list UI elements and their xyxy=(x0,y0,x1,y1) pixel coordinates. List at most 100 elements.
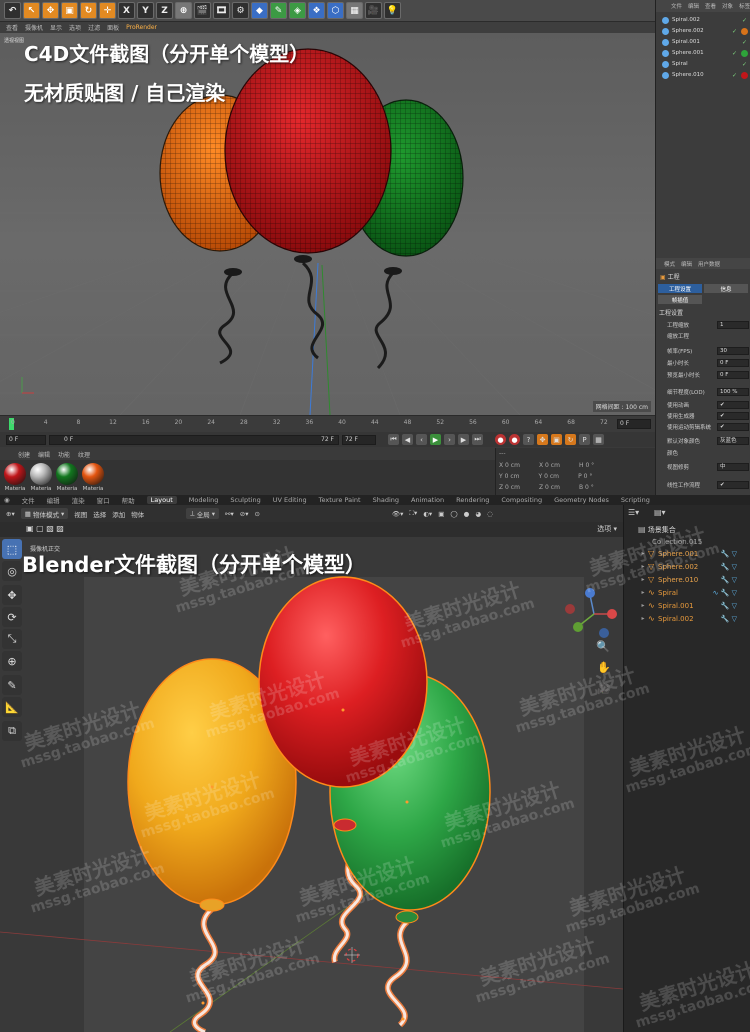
attribute-row[interactable]: 默认对象颜色 灰蓝色 xyxy=(656,436,750,445)
coordinate-system-icon[interactable]: ⊕ xyxy=(175,2,192,19)
cube-icon[interactable]: ◆ xyxy=(251,2,268,19)
attr-menu-userdata[interactable]: 用户数据 xyxy=(698,260,720,268)
material-menu-function[interactable]: 功能 xyxy=(58,450,70,459)
prev-key-icon[interactable]: ◀ xyxy=(402,434,413,445)
play-icon[interactable]: ▶ xyxy=(430,434,441,445)
material-swatch[interactable]: Materia xyxy=(55,463,79,492)
zoom-icon[interactable]: 🔍 xyxy=(596,640,610,653)
tab-layout[interactable]: Layout xyxy=(146,496,177,504)
obj-menu-file[interactable]: 文件 xyxy=(671,2,682,10)
material-menu-edit[interactable]: 编辑 xyxy=(38,450,50,459)
viewport-menu-panel[interactable]: 面板 xyxy=(107,23,119,32)
keyframe-selection-icon[interactable]: ? xyxy=(523,434,534,445)
gizmo-icon[interactable]: ⛶▾ xyxy=(409,509,417,518)
header-menu-object[interactable]: 物体 xyxy=(131,509,144,519)
modifier-icons[interactable]: 🔧 ▽ xyxy=(721,615,737,623)
xray-icon[interactable]: ▣ xyxy=(438,510,444,518)
attribute-value[interactable]: ✔ xyxy=(717,400,749,409)
attribute-value[interactable]: 1 xyxy=(717,320,749,329)
blender-logo-icon[interactable]: ◉ xyxy=(4,496,10,504)
obj-menu-tag[interactable]: 标签 xyxy=(739,2,750,10)
select-tool-icon[interactable]: ↖ xyxy=(23,2,40,19)
deformer-icon[interactable]: ⬡ xyxy=(327,2,344,19)
tab-compositing[interactable]: Compositing xyxy=(501,496,542,504)
transform-orientation-dropdown[interactable]: ⟂ 全局 ▾ xyxy=(186,508,220,519)
material-swatch[interactable]: Materia xyxy=(29,463,53,492)
attribute-row[interactable]: 使用运动剪辑系统 ✔ xyxy=(656,422,750,431)
auto-key-icon[interactable]: ● xyxy=(509,434,520,445)
attribute-row[interactable]: 帧率(FPS) 30 xyxy=(656,346,750,355)
outliner-item[interactable]: ▸ ∿ Spiral.001 🔧 ▽ xyxy=(624,599,750,612)
menu-help[interactable]: 帮助 xyxy=(122,495,135,505)
goto-start-icon[interactable]: ⏮ xyxy=(388,434,399,445)
display-mode-icon[interactable]: ▤▾ xyxy=(654,508,666,517)
header-menu-select[interactable]: 选择 xyxy=(93,509,106,519)
visible-check-icon[interactable]: ✓ xyxy=(742,61,747,68)
coords-row-z[interactable]: Z 0 cm Z 0 cm B 0 ° xyxy=(499,484,594,491)
y-axis-button[interactable]: Y xyxy=(137,2,154,19)
key-param-icon[interactable]: P xyxy=(579,434,590,445)
scale-tool-icon[interactable]: ▣ xyxy=(61,2,78,19)
rotate-icon[interactable]: ⟳ xyxy=(2,607,22,627)
tab-animation[interactable]: Animation xyxy=(411,496,444,504)
editor-type-icon[interactable]: ⊕▾ xyxy=(6,510,15,518)
tab-uv-editing[interactable]: UV Editing xyxy=(273,496,307,504)
tab-project-settings[interactable]: 工程设置 xyxy=(658,284,702,293)
current-frame-field[interactable]: 0 F xyxy=(617,419,651,429)
x-axis-button[interactable]: X xyxy=(118,2,135,19)
attribute-row[interactable]: 颜色 xyxy=(656,448,750,457)
attr-menu-edit[interactable]: 编辑 xyxy=(681,260,692,268)
visible-check-icon[interactable]: ✓ xyxy=(742,39,747,46)
shading-material-icon[interactable]: ◕ xyxy=(475,510,481,518)
attribute-value[interactable]: 0 F xyxy=(717,370,749,379)
floor-icon[interactable]: ▦ xyxy=(346,2,363,19)
tab-info[interactable]: 信息 xyxy=(704,284,748,293)
attribute-row[interactable]: 使用动画 ✔ xyxy=(656,400,750,409)
z-axis-button[interactable]: Z xyxy=(156,2,173,19)
pivot-icon[interactable]: ⚯▾ xyxy=(225,510,234,518)
obj-menu-edit[interactable]: 编辑 xyxy=(688,2,699,10)
object-row[interactable]: Sphere.002 ✓ xyxy=(656,26,750,36)
options-dropdown[interactable]: 选项 ▾ xyxy=(597,524,617,534)
viewport-menu-prorender[interactable]: ProRender xyxy=(126,24,157,31)
attribute-value[interactable]: ✔ xyxy=(717,480,749,489)
rotate-tool-icon[interactable]: ↻ xyxy=(80,2,97,19)
object-row[interactable]: Spiral.001 ✓ xyxy=(656,37,750,47)
render-picture-icon[interactable]: 🎞 xyxy=(213,2,230,19)
modifier-icons[interactable]: 🔧 ▽ xyxy=(721,602,737,610)
menu-edit[interactable]: 编辑 xyxy=(47,495,60,505)
shading-solid-icon[interactable]: ● xyxy=(464,510,470,518)
transform-tool-icon[interactable]: ✛ xyxy=(99,2,116,19)
obj-menu-object[interactable]: 对象 xyxy=(722,2,733,10)
timeline-ruler[interactable]: 0 4 8 12 16 20 24 28 32 36 40 44 48 52 56 60 64 68 72 0 F xyxy=(0,415,655,432)
attr-menu-mode[interactable]: 模式 xyxy=(664,260,675,268)
measure-icon[interactable]: 📐 xyxy=(2,697,22,717)
attribute-row[interactable]: 线性工作流程 ✔ xyxy=(656,480,750,489)
tab-frame-interpolation[interactable]: 帧插值 xyxy=(658,295,702,304)
c4d-viewport[interactable]: C4D文件截图（分开单个模型） 无材质贴图 / 自己渲染 透视视图 网格间距 :… xyxy=(0,33,655,415)
scale-icon[interactable]: ⤡ xyxy=(2,629,22,649)
object-row[interactable]: Sphere.001 ✓ xyxy=(656,48,750,58)
object-row[interactable]: Spiral.002 ✓ xyxy=(656,15,750,25)
attribute-row[interactable]: 视图修剪 中 xyxy=(656,462,750,471)
select-mode-icons[interactable]: ▣ ▢ ▧ ▨ xyxy=(26,524,86,535)
attribute-row[interactable]: 工程缩放 1 xyxy=(656,320,750,329)
shading-render-icon[interactable]: ◌ xyxy=(487,510,493,518)
camera-icon[interactable]: 🎥 xyxy=(365,2,382,19)
subdivision-icon[interactable]: ◈ xyxy=(289,2,306,19)
attribute-row[interactable]: 使用生成器 ✔ xyxy=(656,411,750,420)
tab-shading[interactable]: Shading xyxy=(373,496,399,504)
attribute-row[interactable]: 最小时长 0 F xyxy=(656,358,750,367)
menu-window[interactable]: 窗口 xyxy=(97,495,110,505)
viewport-menu-camera[interactable]: 摄像机 xyxy=(25,23,43,32)
tab-geometry-nodes[interactable]: Geometry Nodes xyxy=(554,496,609,504)
object-row[interactable]: Sphere.010 ✓ xyxy=(656,70,750,80)
cloner-icon[interactable]: ❖ xyxy=(308,2,325,19)
material-menu-create[interactable]: 创建 xyxy=(18,450,30,459)
record-icon[interactable]: ● xyxy=(495,434,506,445)
key-pla-icon[interactable]: ▦ xyxy=(593,434,604,445)
visible-check-icon[interactable]: ✓ xyxy=(732,50,737,57)
coords-row-x[interactable]: X 0 cm X 0 cm H 0 ° xyxy=(499,462,594,469)
material-swatch[interactable]: Materia xyxy=(3,463,27,492)
material-swatch[interactable]: Materia xyxy=(81,463,105,492)
